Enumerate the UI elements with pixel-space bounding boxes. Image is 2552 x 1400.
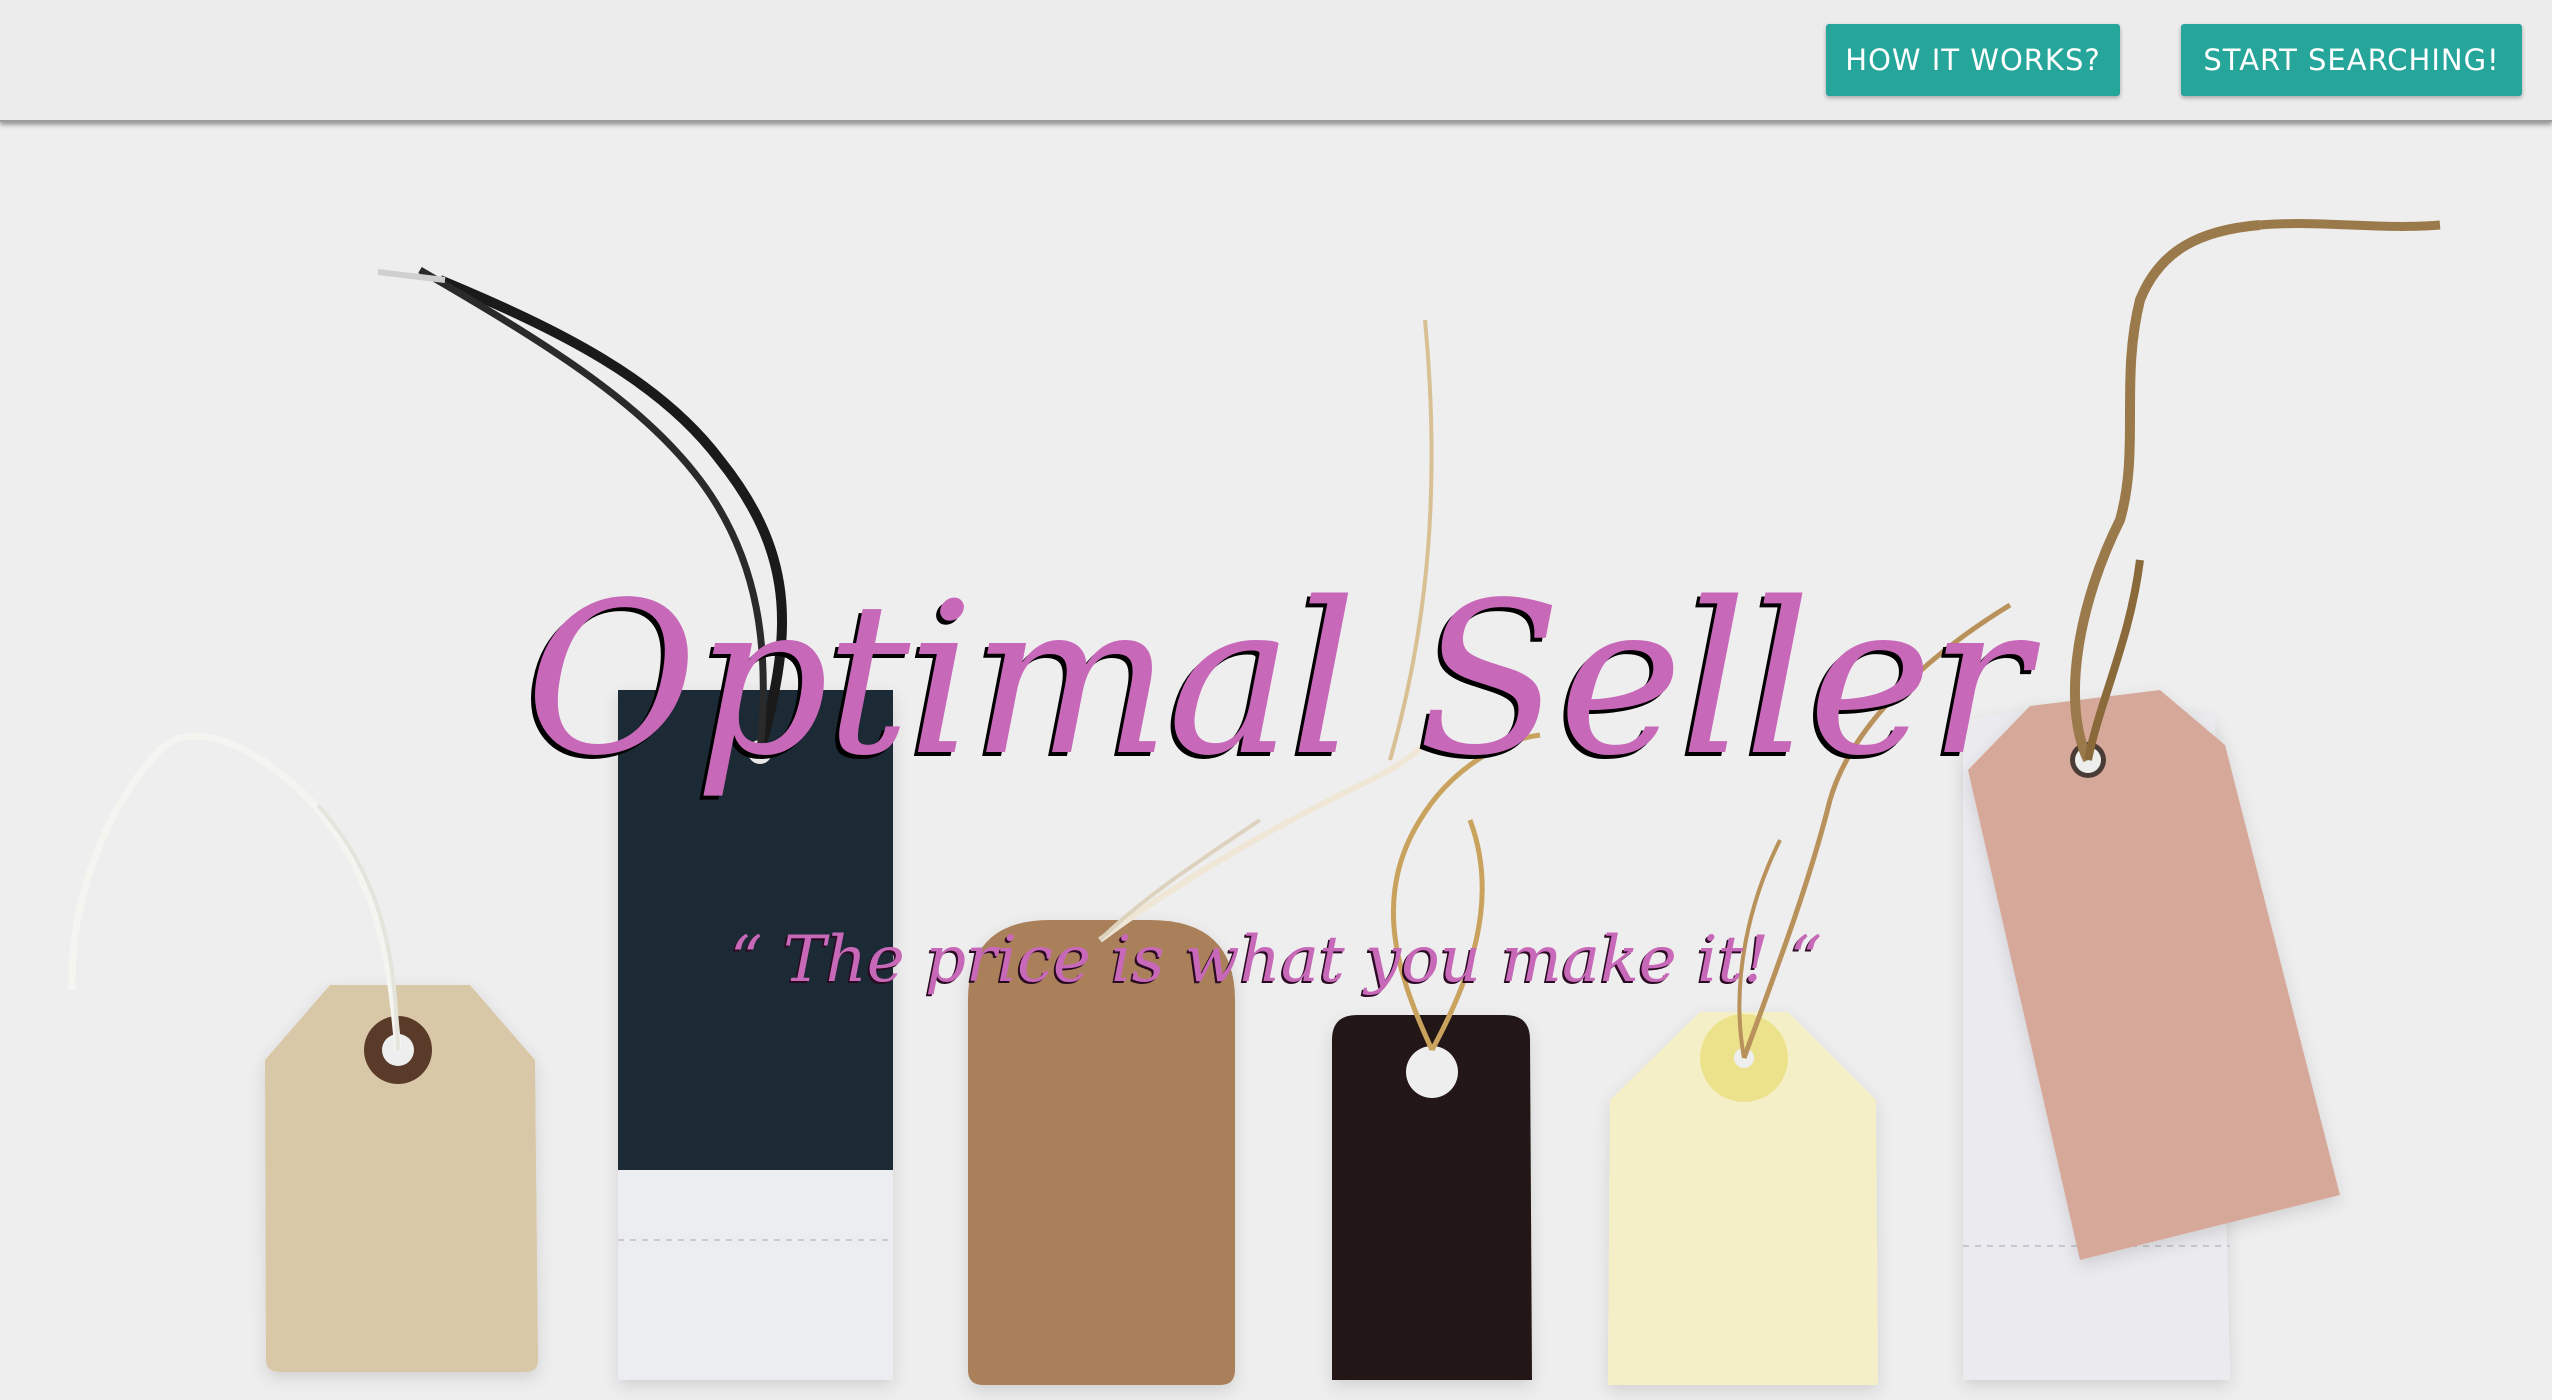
site-tagline: “ The price is what you make it! “ [729, 923, 1823, 997]
landing-page: HOW IT WORKS? START SEARCHING! Optimal S… [0, 0, 2552, 1400]
dark-tag-icon [1332, 1015, 1532, 1380]
how-it-works-button[interactable]: HOW IT WORKS? [1826, 24, 2120, 96]
start-searching-button[interactable]: START SEARCHING! [2181, 24, 2522, 96]
beige-tag-icon [265, 985, 538, 1372]
site-title: Optimal Seller [525, 557, 2030, 802]
top-navbar: HOW IT WORKS? START SEARCHING! [0, 0, 2552, 122]
yellow-tag-icon [1608, 1012, 1878, 1385]
